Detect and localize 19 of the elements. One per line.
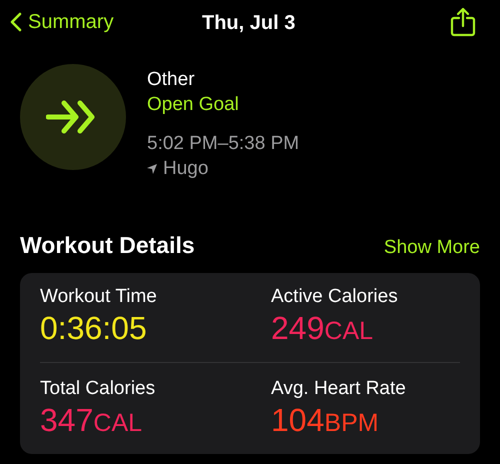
metric-value: 249CAL [271, 308, 374, 348]
metric-value: 347CAL [40, 400, 144, 440]
share-icon[interactable] [450, 7, 476, 37]
metric-label: Total Calories [40, 376, 156, 400]
workout-location: Hugo [163, 157, 208, 181]
location-arrow-icon [147, 164, 157, 174]
metric-value: 104BPM [271, 400, 380, 440]
section-title: Workout Details [20, 231, 195, 260]
nav-title: Thu, Jul 3 [202, 11, 296, 36]
back-button[interactable]: Summary [10, 7, 114, 37]
workout-goal: Open Goal [147, 93, 240, 117]
metric-label: Avg. Heart Rate [271, 376, 407, 400]
workout-time-range: 5:02 PM–5:38 PM [147, 132, 300, 156]
metric-label: Workout Time [40, 284, 158, 308]
workout-type: Other [147, 68, 196, 92]
back-chevron-icon [10, 12, 22, 32]
show-more-link[interactable]: Show More [384, 234, 480, 262]
metric-value: 0:36:05 [40, 308, 148, 346]
metric-label: Active Calories [271, 284, 399, 308]
